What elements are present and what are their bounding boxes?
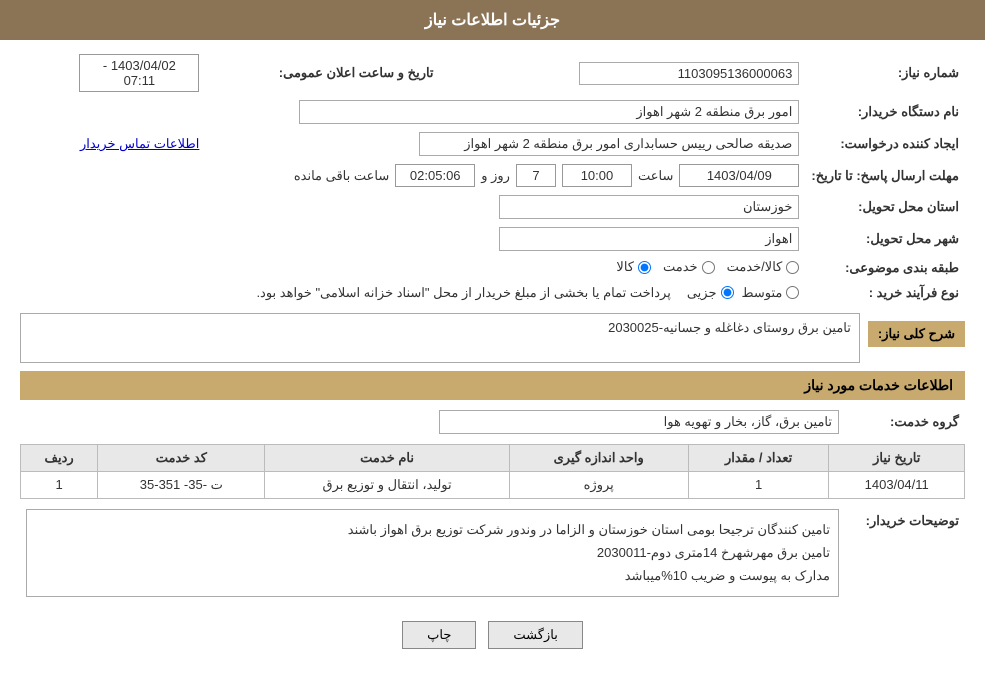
deadline-day-label: روز و [481,168,510,184]
services-info-label: اطلاعات خدمات مورد نیاز [20,371,965,400]
deadline-days: 7 [516,164,556,187]
deadline-time: 10:00 [562,164,632,187]
announce-value: 1403/04/02 - 07:11 [79,54,199,92]
need-description-label: شرح کلی نیاز: [868,321,965,347]
col-row-num: ردیف [21,444,98,471]
city-value: اهواز [499,227,799,251]
deadline-remaining-label: ساعت باقی مانده [294,168,389,184]
category-label: طبقه بندی موضوعی: [805,255,965,281]
deadline-label: مهلت ارسال پاسخ: تا تاریخ: [805,160,965,191]
purchase-motavaset-label: متوسط [742,285,783,301]
back-button[interactable]: بازگشت [488,621,582,649]
page-header: جزئیات اطلاعات نیاز [0,0,985,40]
purchase-description: پرداخت تمام یا بخشی از مبلغ خریدار از مح… [256,285,670,301]
category-kala-label: کالا [616,259,634,275]
buyer-desc-label: توضیحات خریدار: [845,505,965,601]
announce-label: تاریخ و ساعت اعلان عمومی: [205,50,439,96]
buttons-row: بازگشت چاپ [20,609,965,661]
purchase-jozvi[interactable]: جزیی [687,285,734,301]
category-kala-khadamat-label: کالا/خدمت [727,259,783,275]
services-table: تاریخ نیاز تعداد / مقدار واحد اندازه گیر… [20,444,965,499]
purchase-motavaset[interactable]: متوسط [742,285,800,301]
province-label: استان محل تحویل: [805,191,965,223]
contact-link[interactable]: اطلاعات تماس خریدار [80,136,199,151]
need-number-value: 1103095136000063 [579,62,799,85]
table-row: 1403/04/111پروژهتولید، انتقال و توزیع بر… [21,471,965,498]
buyer-desc-value: تامین کنندگان ترجیحا بومی استان خوزستان … [26,509,839,597]
deadline-time-label: ساعت [638,168,673,184]
city-label: شهر محل تحویل: [805,223,965,255]
col-unit: واحد اندازه گیری [509,444,688,471]
creator-value: صدیقه صالحی رییس حسابداری امور برق منطقه… [419,132,799,156]
province-value: خوزستان [499,195,799,219]
service-group-label: گروه خدمت: [845,406,965,438]
print-button[interactable]: چاپ [402,621,476,649]
category-khadamat-label: خدمت [663,259,698,275]
purchase-jozvi-label: جزیی [687,285,717,301]
col-quantity: تعداد / مقدار [688,444,829,471]
need-number-label: شماره نیاز: [805,50,965,96]
col-service-name: نام خدمت [265,444,509,471]
deadline-date: 1403/04/09 [679,164,799,187]
need-description-value: تامین برق روستای دغاغله و جسانیه-2030025 [20,313,860,363]
buyer-org-value: امور برق منطقه 2 شهر اهواز [299,100,799,124]
col-service-code: کد خدمت [98,444,265,471]
col-date: تاریخ نیاز [829,444,965,471]
category-khadamat[interactable]: خدمت [663,259,715,275]
service-group-value: تامین برق، گاز، بخار و تهویه هوا [439,410,839,434]
category-kala[interactable]: کالا [616,259,651,275]
deadline-remaining: 02:05:06 [395,164,475,187]
creator-label: ایجاد کننده درخواست: [805,128,965,160]
buyer-org-label: نام دستگاه خریدار: [805,96,965,128]
category-kala-khadamat[interactable]: کالا/خدمت [727,259,800,275]
purchase-type-label: نوع فرآیند خرید : [805,281,965,305]
page-title: جزئیات اطلاعات نیاز [425,12,560,29]
